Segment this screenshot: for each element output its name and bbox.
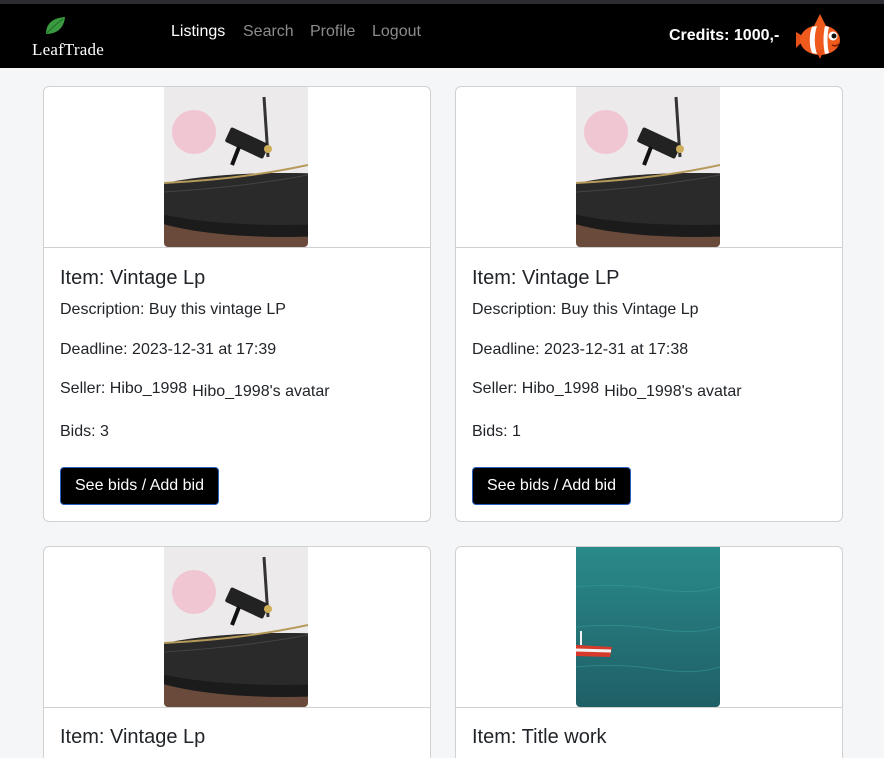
leaf-icon [46, 17, 65, 34]
clownfish-avatar-icon [796, 14, 840, 59]
listing-deadline: Deadline: 2023-12-31 at 17:38 [472, 341, 689, 358]
listing-description: Description: Buy this vintage LP [60, 301, 286, 318]
listing-seller: Seller: Hibo_1998 [60, 380, 188, 397]
listing-title: Item: Vintage LP [472, 267, 620, 289]
see-bids-button[interactable]: See bids / Add bid [60, 467, 219, 505]
credits-balance: Credits: 1000,- [669, 27, 780, 44]
listing-description: Description: Buy this Vintage Lp [472, 301, 699, 318]
nav-logout[interactable]: Logout [372, 23, 421, 41]
listing-deadline: Deadline: 2023-12-31 at 17:39 [60, 341, 277, 358]
listing-seller-row: Seller: Hibo_1998 Hibo_1998's avatar [472, 380, 742, 400]
brand-logo[interactable]: LeafTrade [30, 16, 110, 60]
listing-bids: Bids: 1 [472, 423, 521, 440]
listing-card: Item: Vintage Lp [43, 546, 431, 758]
turntable-image [576, 87, 720, 247]
seller-avatar-alt: Hibo_1998's avatar [604, 383, 742, 400]
listing-title: Item: Vintage Lp [60, 267, 206, 289]
navbar: LeafTrade Listings Search Profile Logout… [0, 4, 884, 68]
see-bids-button[interactable]: See bids / Add bid [472, 467, 631, 505]
user-avatar[interactable] [792, 12, 846, 62]
listing-bids: Bids: 3 [60, 423, 109, 440]
boat-on-sea-image [576, 547, 720, 707]
listing-title: Item: Title work [472, 726, 607, 748]
seller-avatar-alt: Hibo_1998's avatar [192, 383, 330, 400]
turntable-image [164, 547, 308, 707]
nav-search[interactable]: Search [243, 23, 294, 41]
brand-name: LeafTrade [32, 40, 104, 59]
listing-card: Item: Vintage Lp Description: Buy this v… [43, 86, 431, 522]
listing-seller-row: Seller: Hibo_1998 Hibo_1998's avatar [60, 380, 330, 400]
nav-profile[interactable]: Profile [310, 23, 355, 41]
listing-title: Item: Vintage Lp [60, 726, 206, 748]
listing-card: Item: Vintage LP Description: Buy this V… [455, 86, 843, 522]
nav-listings[interactable]: Listings [171, 23, 225, 41]
turntable-image [164, 87, 308, 247]
listing-card: Item: Title work [455, 546, 843, 758]
listing-seller: Seller: Hibo_1998 [472, 380, 600, 397]
